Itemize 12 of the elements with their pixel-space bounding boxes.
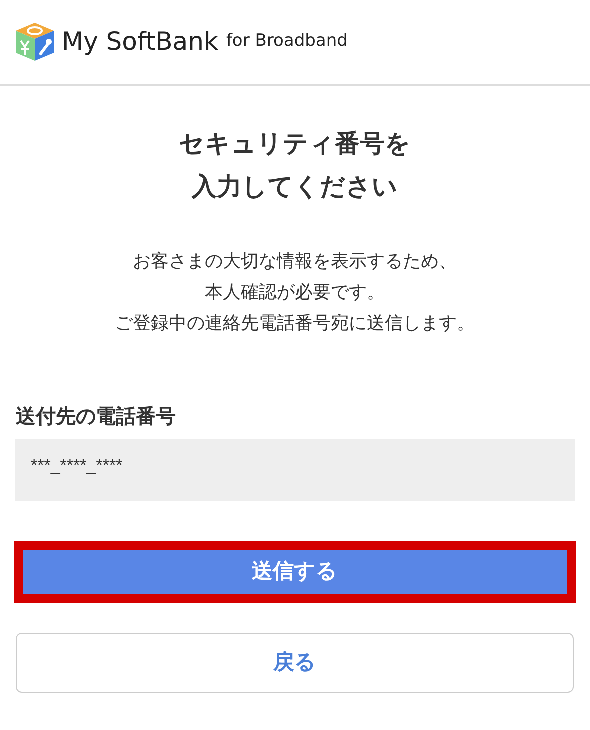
description-text: お客さまの大切な情報を表示するため、	[132, 250, 458, 274]
back-button[interactable]: 戻る	[16, 633, 574, 693]
description-text: 本人確認が必要です。	[204, 281, 386, 305]
description-text: ご登録中の連絡先電話番号宛に送信します。	[114, 312, 476, 336]
logo-icon	[14, 21, 56, 63]
logo-text: My SoftBank	[62, 26, 218, 58]
send-button[interactable]: 送信する	[23, 550, 567, 594]
page-title: セキュリティ番号を	[178, 128, 412, 160]
page-title: 入力してください	[190, 171, 399, 203]
field-label: 送付先の電話番号	[16, 403, 177, 430]
logo-subtext: for Broadband	[226, 30, 348, 54]
phone-field: ***_****_****	[15, 439, 575, 501]
